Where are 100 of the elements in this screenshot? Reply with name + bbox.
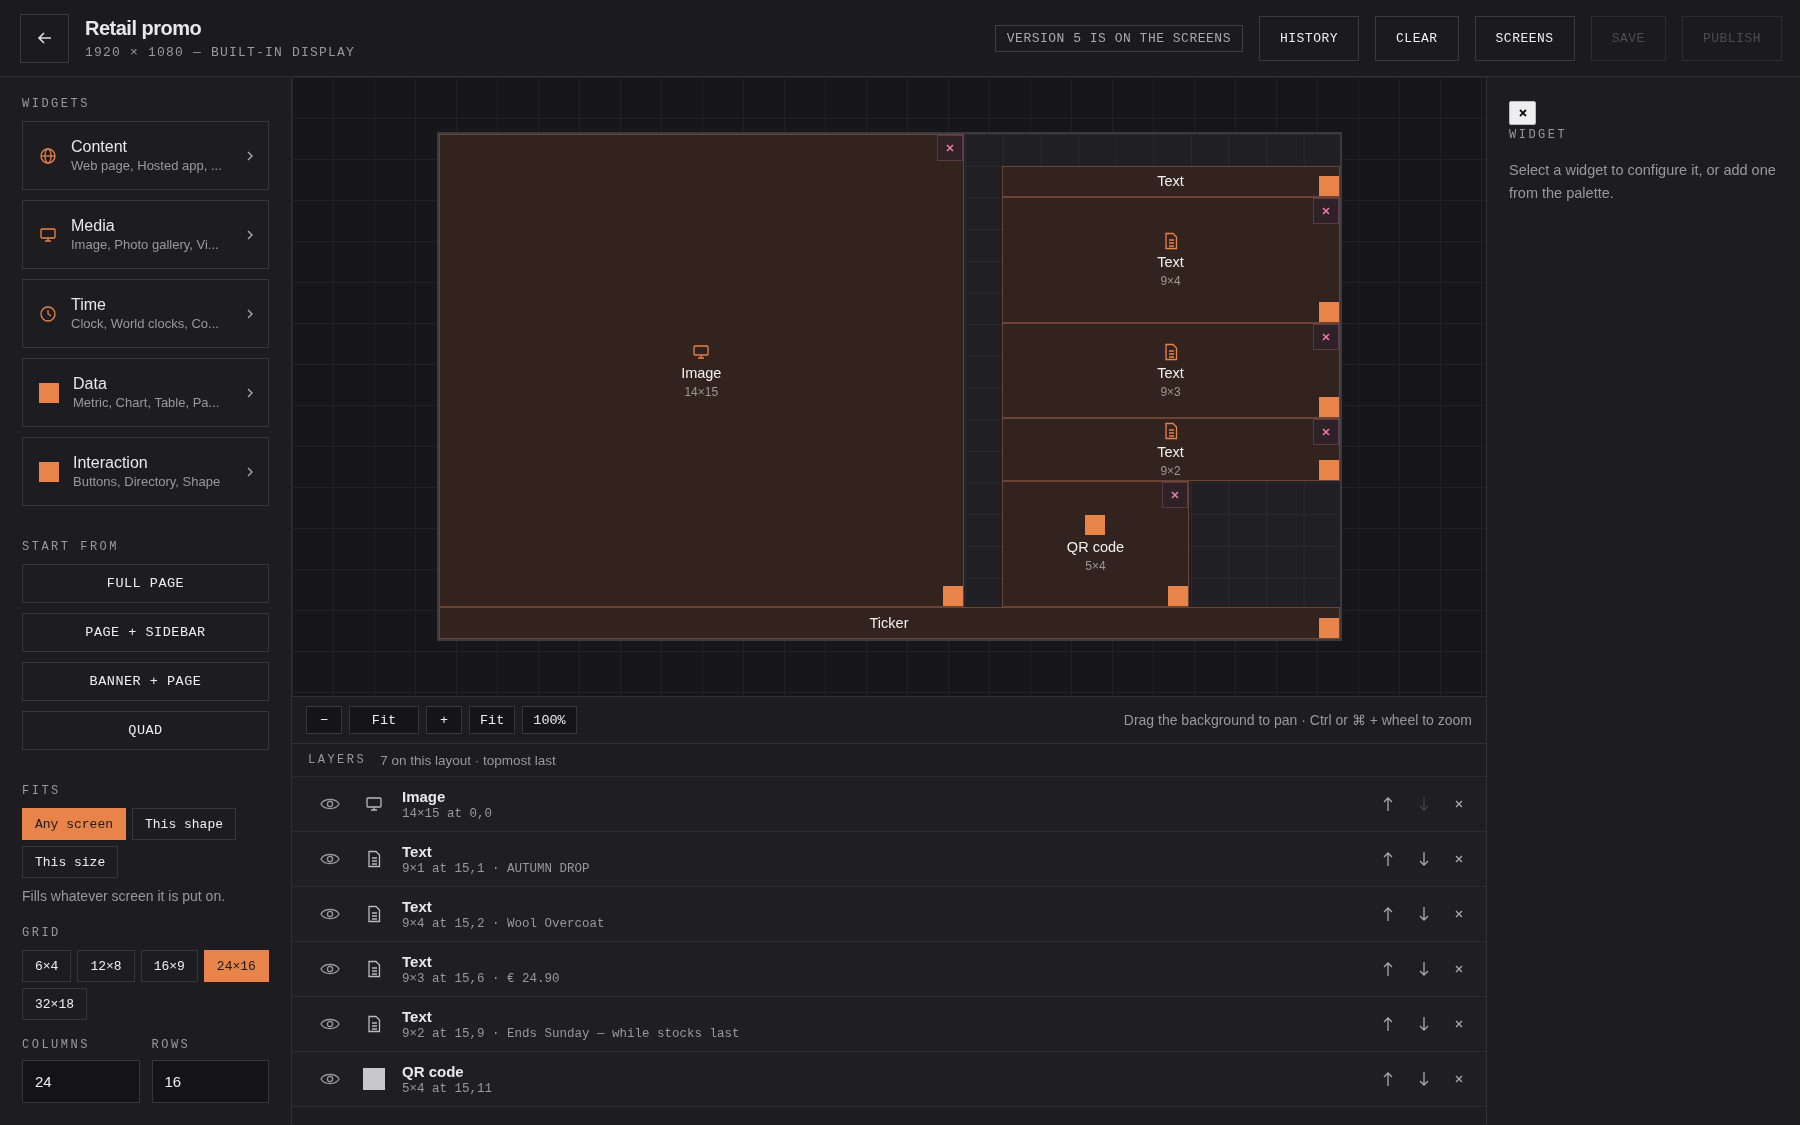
remove-button[interactable] [1312, 198, 1339, 225]
remove-button[interactable] [1312, 324, 1339, 351]
chevron-icon [246, 465, 254, 478]
move-up-icon[interactable] [1382, 961, 1394, 977]
document-icon [366, 850, 382, 868]
section-label: LAYERS [308, 753, 367, 767]
layer-name: Image [402, 787, 447, 805]
close-icon [1320, 332, 1331, 343]
category-subtitle: Web page, Hosted app, ... [71, 158, 223, 173]
move-down-icon[interactable] [1418, 961, 1430, 977]
document-icon [366, 960, 382, 978]
canvas-hint: Drag the background to pan · Ctrl or ⌘ + wheel to zoom [1123, 712, 1472, 728]
document-icon [1162, 421, 1179, 440]
template-button[interactable]: BANNER + PAGE [22, 662, 269, 701]
move-down-icon[interactable] [1418, 1016, 1430, 1032]
close-icon[interactable] [1454, 799, 1464, 809]
resize-handle[interactable] [1318, 176, 1339, 197]
widget-name: Image [681, 364, 722, 381]
inspector-help: Select a widget to configure it, or add one from the palette. [1509, 161, 1777, 204]
layout-widget[interactable]: Text 9×2 [1001, 418, 1340, 482]
close-icon[interactable] [1454, 1074, 1464, 1084]
layout-title: Retail promo [85, 16, 203, 40]
move-up-icon[interactable] [1382, 1016, 1394, 1032]
eye-icon[interactable] [320, 852, 340, 866]
resize-handle[interactable] [1318, 618, 1339, 638]
columns-field[interactable]: 24 [22, 1060, 140, 1103]
resize-handle[interactable] [1318, 302, 1339, 323]
layout-widget[interactable]: Text 9×3 [1001, 323, 1340, 419]
template-button[interactable]: PAGE + SIDEBAR [22, 613, 269, 652]
widget-size: 5×4 [1085, 559, 1106, 574]
widget-category[interactable]: Time Clock, World clocks, Co... [22, 279, 269, 348]
category-subtitle: Image, Photo gallery, Vi... [71, 237, 220, 252]
section-label: WIDGETS [22, 97, 91, 111]
version-status: VERSION 5 IS ON THE SCREENS [994, 24, 1243, 52]
eye-icon[interactable] [320, 962, 340, 976]
fit-option[interactable]: This shape [132, 808, 237, 840]
grid-preset[interactable]: 16×9 [140, 950, 198, 982]
document-icon [366, 1015, 382, 1033]
template-button[interactable]: FULL PAGE [22, 564, 269, 603]
layout-widget[interactable]: Ticker [438, 607, 1340, 639]
layout-widget[interactable]: Text 9×4 [1001, 197, 1340, 324]
layout-widget[interactable]: Text [1001, 165, 1340, 198]
move-up-icon[interactable] [1382, 1071, 1394, 1087]
grid-preset[interactable]: 12×8 [77, 950, 135, 982]
widget-category[interactable]: Content Web page, Hosted app, ... [22, 121, 269, 190]
eye-icon[interactable] [320, 1072, 340, 1086]
layout-widget[interactable]: QR code 5×4 [1001, 481, 1190, 608]
rows-field[interactable]: 16 [151, 1060, 269, 1103]
layout-subtitle: 1920 × 1080 — BUILT-IN DISPLAY [85, 44, 356, 60]
template-button[interactable]: QUAD [22, 711, 269, 750]
category-title: Content [71, 138, 129, 156]
eye-icon[interactable] [320, 907, 340, 921]
resize-handle[interactable] [1318, 397, 1339, 418]
close-icon[interactable] [1454, 909, 1464, 919]
toolbar-button[interactable]: SCREENS [1474, 15, 1575, 61]
grid-preset[interactable]: 6×4 [22, 950, 72, 982]
remove-button[interactable] [1312, 419, 1339, 446]
category-subtitle: Clock, World clocks, Co... [71, 316, 220, 331]
close-icon [1517, 108, 1528, 118]
toolbar-button[interactable]: CLEAR [1375, 15, 1459, 61]
document-icon [1162, 342, 1179, 361]
toolbar-button[interactable]: HISTORY [1258, 15, 1360, 61]
zoom-button[interactable]: + [426, 706, 462, 734]
move-up-icon[interactable] [1382, 906, 1394, 922]
chevron-icon [246, 386, 254, 399]
move-up-icon[interactable] [1382, 796, 1394, 812]
close-icon[interactable] [1454, 1019, 1464, 1029]
category-title: Data [73, 375, 108, 393]
close-icon[interactable] [1454, 964, 1464, 974]
close-button[interactable] [1509, 101, 1536, 125]
widget-category[interactable]: Data Metric, Chart, Table, Pa... [22, 358, 269, 427]
grid-preset[interactable]: 32×18 [22, 988, 87, 1020]
eye-icon[interactable] [320, 1017, 340, 1031]
zoom-button[interactable]: Fit [469, 706, 516, 734]
grid-preset[interactable]: 24×16 [203, 950, 269, 982]
chevron-icon [246, 149, 254, 162]
close-icon[interactable] [1454, 854, 1464, 864]
widget-category[interactable]: Media Image, Photo gallery, Vi... [22, 200, 269, 269]
move-down-icon[interactable] [1418, 1071, 1430, 1087]
eye-icon[interactable] [320, 797, 340, 811]
remove-button[interactable] [937, 135, 964, 161]
move-down-icon[interactable] [1418, 906, 1430, 922]
fit-option[interactable]: Any screen [22, 808, 126, 840]
canvas-area[interactable]: Image 14×15 Text Text 9×4 Text 9×3 Text 9×2 QR code 5×4 Ticker [292, 77, 1486, 697]
resize-handle[interactable] [1318, 460, 1339, 481]
zoom-button[interactable]: − [306, 706, 342, 734]
layout-widget[interactable]: Image 14×15 [438, 134, 965, 608]
widget-name: Ticker [869, 615, 909, 632]
zoom-button[interactable]: 100% [522, 706, 577, 734]
fit-option[interactable]: This size [22, 846, 119, 878]
move-up-icon[interactable] [1382, 851, 1394, 867]
resize-handle[interactable] [1168, 586, 1189, 607]
zoom-button[interactable]: Fit [349, 706, 419, 734]
widget-category[interactable]: Interaction Buttons, Directory, Shape [22, 437, 269, 506]
resize-handle[interactable] [943, 586, 964, 607]
clock-icon [39, 304, 57, 323]
square-icon [363, 1068, 385, 1090]
remove-button[interactable] [1162, 482, 1189, 509]
layer-name: Text [402, 1007, 433, 1025]
move-down-icon[interactable] [1418, 851, 1430, 867]
